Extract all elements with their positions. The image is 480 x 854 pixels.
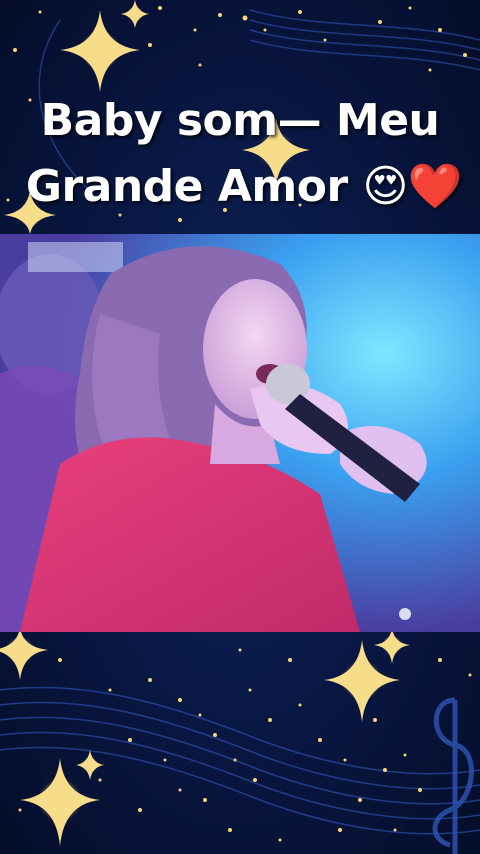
treble-clef-icon: [432, 697, 474, 854]
title-line-1: Baby som— Meu: [40, 95, 440, 146]
title-line-2: Grande Amor 😍❤️: [25, 161, 463, 212]
singer-performance-image: [0, 234, 480, 632]
video-frame[interactable]: [0, 234, 480, 632]
video-title: Baby som— Meu Grande Amor 😍❤️: [0, 88, 480, 220]
